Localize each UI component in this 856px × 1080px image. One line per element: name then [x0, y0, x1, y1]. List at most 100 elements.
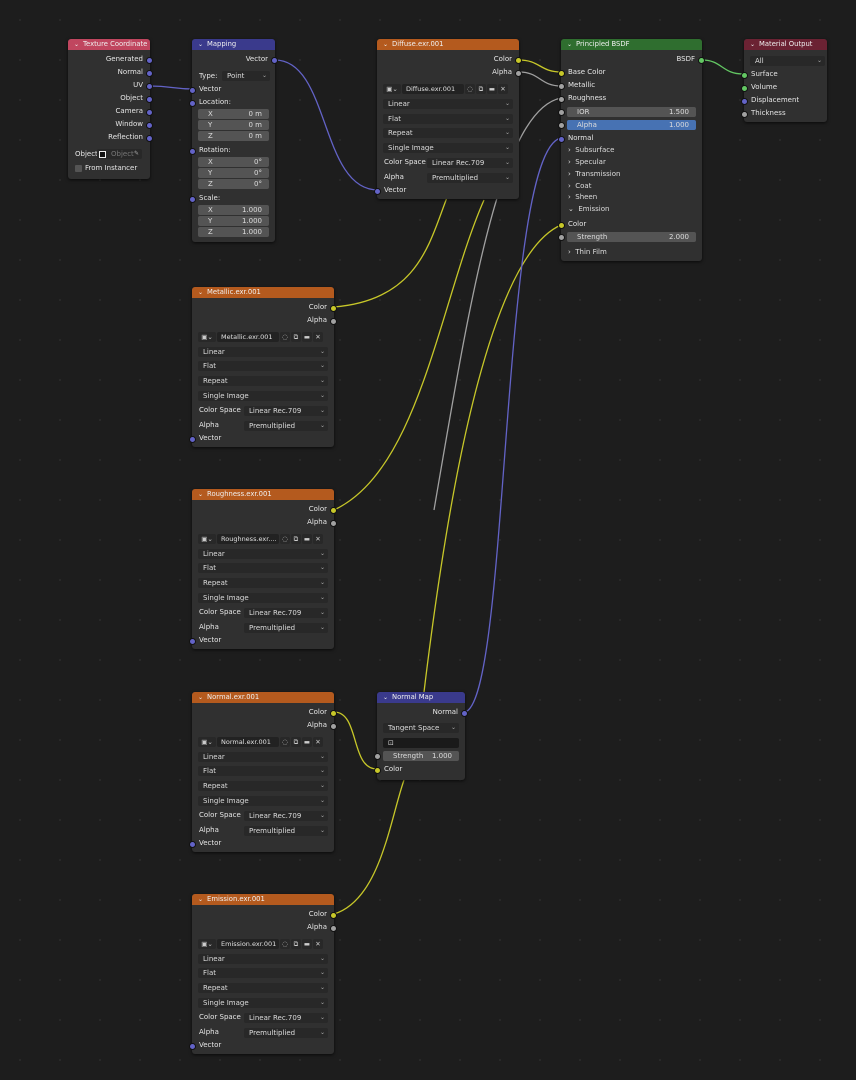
socket-icon[interactable]: [330, 305, 337, 312]
source-dropdown[interactable]: Single Image ⌄: [198, 998, 328, 1008]
socket-icon[interactable]: [558, 222, 565, 229]
interpolation-dropdown[interactable]: Linear ⌄: [198, 752, 328, 762]
node-image-diffuse[interactable]: ⌄ Diffuse.exr.001 Color Alpha ▣⌄ Diffuse.…: [374, 39, 522, 199]
node-image-emission[interactable]: ⌄ Emission.exr.001 Color Alpha ▣⌄ Emissio…: [189, 894, 337, 1054]
node-image-metallic[interactable]: ⌄ Metallic.exr.001 Color Alpha ▣⌄ Metalli…: [189, 287, 337, 447]
panel-specular[interactable]: › Specular: [561, 157, 702, 168]
image-browse-icon[interactable]: ▣⌄: [383, 84, 401, 94]
socket-icon[interactable]: [558, 234, 565, 241]
node-image-roughness[interactable]: ⌄ Roughness.exr.001 Color Alpha ▣⌄ Roughn…: [189, 489, 337, 649]
socket-icon[interactable]: [189, 100, 196, 107]
close-icon[interactable]: ✕: [313, 332, 323, 342]
socket-icon[interactable]: [558, 83, 565, 90]
scale-z-field[interactable]: Z 1.000: [198, 227, 269, 237]
image-selector[interactable]: ▣⌄ Diffuse.exr.001 ◌ ⧉ ▬ ✕: [383, 84, 508, 94]
socket-icon[interactable]: [330, 318, 337, 325]
socket-icon[interactable]: [189, 638, 196, 645]
panel-transmission[interactable]: › Transmission: [561, 169, 702, 180]
node-principled-bsdf[interactable]: ⌄ Principled BSDF BSDF Base Color Metalli…: [558, 39, 705, 261]
socket-icon[interactable]: [330, 912, 337, 919]
socket-icon[interactable]: [146, 135, 153, 142]
folder-icon[interactable]: ▬: [302, 332, 312, 342]
image-selector[interactable]: ▣⌄ Emission.exr.001 ◌ ⧉ ▬ ✕: [198, 939, 323, 949]
socket-icon[interactable]: [698, 57, 705, 64]
panel-coat[interactable]: › Coat: [561, 181, 702, 192]
projection-dropdown[interactable]: Flat ⌄: [198, 968, 328, 978]
interpolation-dropdown[interactable]: Linear ⌄: [198, 347, 328, 357]
socket-icon[interactable]: [461, 710, 468, 717]
shield-icon[interactable]: ◌: [280, 332, 290, 342]
socket-icon[interactable]: [189, 436, 196, 443]
duplicate-icon[interactable]: ⧉: [476, 84, 486, 94]
duplicate-icon[interactable]: ⧉: [291, 737, 301, 747]
strength-field[interactable]: Strength 1.000: [383, 751, 459, 761]
socket-icon[interactable]: [146, 57, 153, 64]
alpha-dropdown[interactable]: Premultiplied ⌄: [244, 421, 328, 431]
source-dropdown[interactable]: Single Image ⌄: [383, 143, 513, 153]
node-header[interactable]: ⌄ Roughness.exr.001: [192, 489, 334, 500]
chevron-down-icon[interactable]: ⌄: [74, 39, 79, 50]
socket-icon[interactable]: [558, 136, 565, 143]
from-instancer-checkbox[interactable]: [75, 165, 82, 172]
interpolation-dropdown[interactable]: Linear ⌄: [383, 99, 513, 109]
chevron-down-icon[interactable]: ⌄: [567, 39, 572, 50]
socket-icon[interactable]: [374, 753, 381, 760]
socket-icon[interactable]: [330, 925, 337, 932]
source-dropdown[interactable]: Single Image ⌄: [198, 593, 328, 603]
socket-icon[interactable]: [146, 109, 153, 116]
emission-strength-field[interactable]: Strength 2.000: [567, 232, 696, 242]
extension-dropdown[interactable]: Repeat ⌄: [198, 578, 328, 588]
node-header[interactable]: ⌄ Material Output: [744, 39, 827, 50]
image-name-field[interactable]: Emission.exr.001: [217, 939, 279, 949]
colorspace-dropdown[interactable]: Linear Rec.709 ⌄: [427, 158, 513, 168]
colorspace-dropdown[interactable]: Linear Rec.709 ⌄: [244, 406, 328, 416]
socket-icon[interactable]: [374, 188, 381, 195]
node-material-output[interactable]: ⌄ Material Output All ⌄ Surface Volume Dis…: [741, 39, 827, 122]
panel-thin-film[interactable]: › Thin Film: [561, 247, 702, 258]
rotation-x-field[interactable]: X 0°: [198, 157, 269, 167]
extension-dropdown[interactable]: Repeat ⌄: [383, 128, 513, 138]
chevron-down-icon[interactable]: ⌄: [198, 489, 203, 500]
target-dropdown[interactable]: All ⌄: [750, 56, 825, 66]
alpha-field[interactable]: Alpha 1.000: [567, 120, 696, 130]
type-dropdown[interactable]: Point ⌄: [222, 71, 270, 81]
socket-icon[interactable]: [189, 1043, 196, 1050]
close-icon[interactable]: ✕: [313, 939, 323, 949]
shield-icon[interactable]: ◌: [280, 939, 290, 949]
node-image-normal[interactable]: ⌄ Normal.exr.001 Color Alpha ▣⌄ Normal.ex…: [189, 692, 337, 852]
alpha-dropdown[interactable]: Premultiplied ⌄: [244, 623, 328, 633]
socket-icon[interactable]: [374, 767, 381, 774]
chevron-down-icon[interactable]: ⌄: [198, 287, 203, 298]
location-y-field[interactable]: Y0 m: [198, 120, 269, 130]
shield-icon[interactable]: ◌: [465, 84, 475, 94]
chevron-down-icon[interactable]: ⌄: [198, 692, 203, 703]
node-header[interactable]: ⌄ Normal Map: [377, 692, 465, 703]
shield-icon[interactable]: ◌: [280, 534, 290, 544]
socket-icon[interactable]: [146, 70, 153, 77]
projection-dropdown[interactable]: Flat ⌄: [198, 361, 328, 371]
folder-icon[interactable]: ▬: [302, 939, 312, 949]
socket-icon[interactable]: [558, 70, 565, 77]
chevron-down-icon[interactable]: ⌄: [750, 39, 755, 50]
scale-x-field[interactable]: X 1.000: [198, 205, 269, 215]
colorspace-dropdown[interactable]: Linear Rec.709 ⌄: [244, 1013, 328, 1023]
chevron-down-icon[interactable]: ⌄: [383, 692, 388, 703]
source-dropdown[interactable]: Single Image ⌄: [198, 391, 328, 401]
node-texture-coordinate[interactable]: ⌄ Texture Coordinate Generated Normal UV …: [68, 39, 153, 179]
image-name-field[interactable]: Roughness.exr....: [217, 534, 279, 544]
extension-dropdown[interactable]: Repeat ⌄: [198, 376, 328, 386]
socket-icon[interactable]: [146, 83, 153, 90]
socket-icon[interactable]: [515, 70, 522, 77]
colorspace-dropdown[interactable]: Linear Rec.709 ⌄: [244, 608, 328, 618]
scale-y-field[interactable]: Y 1.000: [198, 216, 269, 226]
socket-icon[interactable]: [271, 57, 278, 64]
extension-dropdown[interactable]: Repeat ⌄: [198, 781, 328, 791]
rotation-z-field[interactable]: Z 0°: [198, 179, 269, 189]
node-header[interactable]: ⌄ Metallic.exr.001: [192, 287, 334, 298]
node-header[interactable]: ⌄ Emission.exr.001: [192, 894, 334, 905]
socket-icon[interactable]: [741, 72, 748, 79]
socket-icon[interactable]: [189, 196, 196, 203]
node-header[interactable]: ⌄ Texture Coordinate: [68, 39, 150, 50]
projection-dropdown[interactable]: Flat ⌄: [198, 766, 328, 776]
socket-icon[interactable]: [741, 111, 748, 118]
